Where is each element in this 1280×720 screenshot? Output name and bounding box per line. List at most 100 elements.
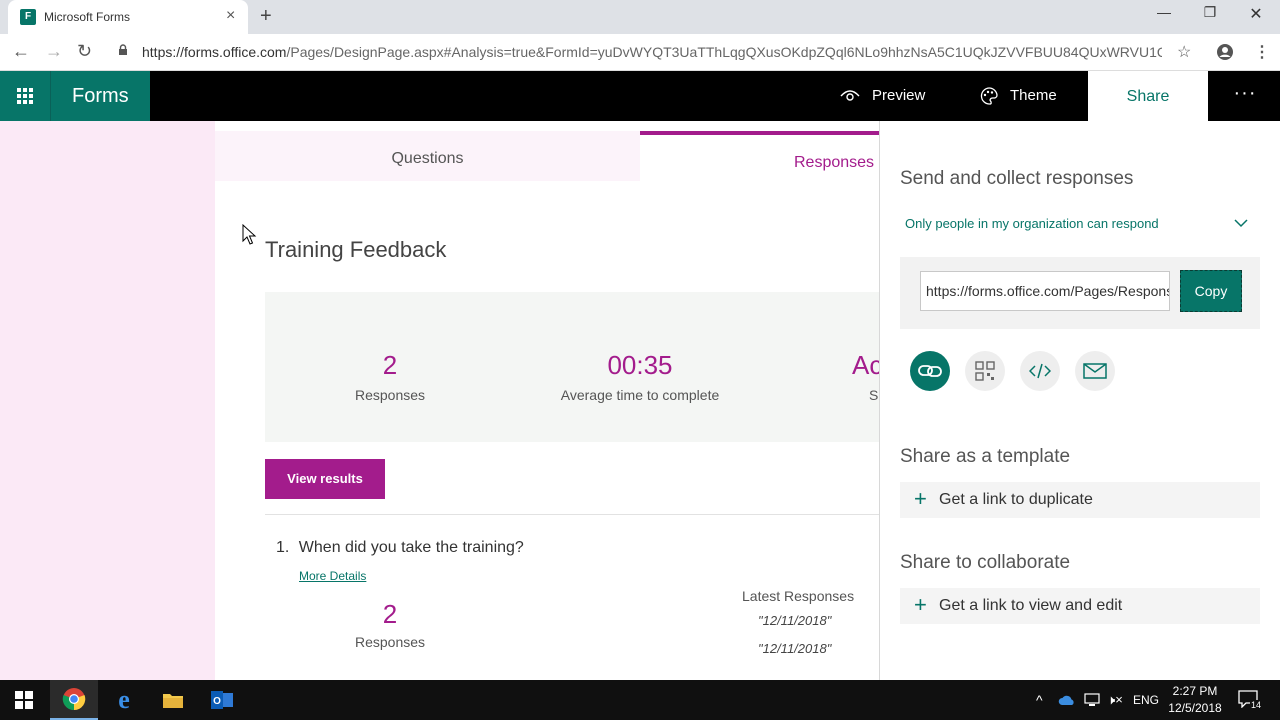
stat-avg-time: 00:35 Average time to complete xyxy=(540,350,740,403)
latest-responses-heading: Latest Responses xyxy=(742,588,855,604)
folder-icon xyxy=(163,694,183,708)
start-button[interactable] xyxy=(0,680,48,720)
clock-time: 2:27 PM xyxy=(1172,684,1218,698)
browser-tab-title: Microsoft Forms xyxy=(44,10,131,24)
bookmark-star-icon[interactable]: ☆ xyxy=(1177,42,1191,62)
notification-count: 14 xyxy=(1250,700,1263,710)
new-tab-button[interactable]: + xyxy=(260,5,272,28)
url-field[interactable]: https://forms.office.com/Pages/DesignPag… xyxy=(142,44,1162,60)
audience-dropdown[interactable]: Only people in my organization can respo… xyxy=(905,216,1159,231)
minimize-button[interactable]: — xyxy=(1141,4,1187,20)
tab-responses[interactable]: Responses xyxy=(640,131,880,181)
question-1-number: 1. xyxy=(276,539,290,556)
plus-icon: + xyxy=(914,486,927,511)
question-1: 1. When did you take the training? xyxy=(276,539,524,557)
theme-label: Theme xyxy=(1010,87,1057,104)
share-link-input[interactable]: https://forms.office.com/Pages/ResponseP… xyxy=(920,271,1170,311)
qr-code-icon xyxy=(975,361,995,381)
embed-share-button[interactable] xyxy=(1020,351,1060,391)
reload-button[interactable]: ↻ xyxy=(77,41,92,62)
main-content: Questions Responses Training Feedback 2 … xyxy=(215,121,880,680)
waffle-icon xyxy=(17,88,33,104)
stat-avg-time-value: 00:35 xyxy=(607,350,673,380)
duplicate-link-button[interactable]: + Get a link to duplicate xyxy=(900,482,1260,518)
page-background xyxy=(0,121,215,680)
forms-brand[interactable]: Forms xyxy=(50,71,150,121)
action-center-button[interactable]: 14 xyxy=(1238,690,1263,711)
lock-icon xyxy=(119,44,127,55)
preview-button[interactable]: Preview xyxy=(840,71,925,121)
chevron-down-icon[interactable] xyxy=(1234,219,1248,228)
view-results-button[interactable]: View results xyxy=(265,459,385,499)
svg-text:O: O xyxy=(213,696,221,707)
duplicate-link-label: Get a link to duplicate xyxy=(939,491,1093,508)
input-language[interactable]: ENG xyxy=(1133,693,1159,707)
more-details-link[interactable]: More Details xyxy=(299,569,366,583)
qr-code-share-button[interactable] xyxy=(965,351,1005,391)
browser-tab[interactable]: F Microsoft Forms × xyxy=(8,0,248,34)
share-button[interactable]: Share xyxy=(1088,71,1208,121)
question-1-count-value: 2 xyxy=(382,599,398,629)
url-host: https://forms.office.com xyxy=(142,44,287,60)
share-panel: Send and collect responses Only people i… xyxy=(879,121,1280,680)
taskbar-edge[interactable]: e xyxy=(100,680,148,720)
taskbar-clock[interactable]: 2:27 PM 12/5/2018 xyxy=(1166,683,1224,717)
back-button[interactable]: ← xyxy=(12,41,30,62)
close-window-button[interactable]: ✕ xyxy=(1233,4,1279,24)
chrome-icon xyxy=(62,688,86,711)
question-1-response-count: 2 Responses xyxy=(355,599,425,650)
tab-questions[interactable]: Questions xyxy=(215,131,640,181)
browser-menu-icon[interactable]: ⋮ xyxy=(1254,42,1270,62)
forms-favicon-icon: F xyxy=(20,9,36,25)
tray-chevron-up-icon[interactable]: ^ xyxy=(1036,692,1043,708)
form-title: Training Feedback xyxy=(265,237,447,262)
question-1-count-label: Responses xyxy=(355,634,426,650)
link-icon xyxy=(918,365,942,377)
clock-date: 12/5/2018 xyxy=(1168,701,1222,715)
stat-avg-time-label: Average time to complete xyxy=(560,387,720,403)
stat-responses-value: 2 xyxy=(382,350,398,380)
plus-icon: + xyxy=(914,592,927,617)
windows-logo-icon xyxy=(15,691,33,709)
taskbar-file-explorer[interactable] xyxy=(149,680,197,720)
stat-responses: 2 Responses xyxy=(340,350,440,403)
preview-label: Preview xyxy=(872,87,926,104)
link-share-button[interactable] xyxy=(910,351,950,391)
taskbar-outlook[interactable]: O xyxy=(198,680,246,720)
volume-muted-icon[interactable]: 🕨× xyxy=(1107,692,1123,708)
outlook-icon: O xyxy=(211,691,233,709)
taskbar-chrome[interactable] xyxy=(50,680,98,720)
question-1-text: When did you take the training? xyxy=(298,539,524,556)
more-options-icon[interactable]: ··· xyxy=(1230,71,1260,121)
edge-icon: e xyxy=(118,685,130,714)
stat-status-value: Ac xyxy=(852,350,880,380)
embed-code-icon xyxy=(1029,363,1051,379)
stat-status: Ac S xyxy=(852,350,880,403)
profile-icon[interactable] xyxy=(1216,43,1234,61)
share-link-box: https://forms.office.com/Pages/ResponseP… xyxy=(900,257,1260,329)
tab-close-icon[interactable]: × xyxy=(226,8,235,24)
url-path: /Pages/DesignPage.aspx#Analysis=true&For… xyxy=(286,44,1162,60)
mouse-cursor-icon xyxy=(242,224,257,245)
view-edit-link-button[interactable]: + Get a link to view and edit xyxy=(900,588,1260,624)
restore-button[interactable]: ❐ xyxy=(1187,4,1233,21)
share-template-title: Share as a template xyxy=(900,446,1071,467)
send-collect-title: Send and collect responses xyxy=(900,168,1134,189)
forward-button[interactable]: → xyxy=(45,41,63,62)
theme-button[interactable]: Theme xyxy=(980,71,1057,121)
palette-icon xyxy=(980,87,998,105)
stat-responses-label: Responses xyxy=(354,387,426,403)
network-icon[interactable] xyxy=(1084,693,1100,707)
app-launcher-button[interactable] xyxy=(0,71,50,121)
onedrive-icon[interactable] xyxy=(1058,694,1076,706)
copy-button[interactable]: Copy xyxy=(1180,270,1242,312)
share-collaborate-title: Share to collaborate xyxy=(900,552,1071,573)
email-share-button[interactable] xyxy=(1075,351,1115,391)
eye-icon xyxy=(840,90,860,101)
stat-status-label: S xyxy=(869,387,879,403)
divider xyxy=(265,514,880,515)
summary-stats-panel: 2 Responses 00:35 Average time to comple… xyxy=(265,292,880,442)
mail-icon xyxy=(1083,363,1107,379)
view-edit-link-label: Get a link to view and edit xyxy=(939,597,1123,614)
latest-response-item: "12/11/2018" xyxy=(758,613,832,628)
